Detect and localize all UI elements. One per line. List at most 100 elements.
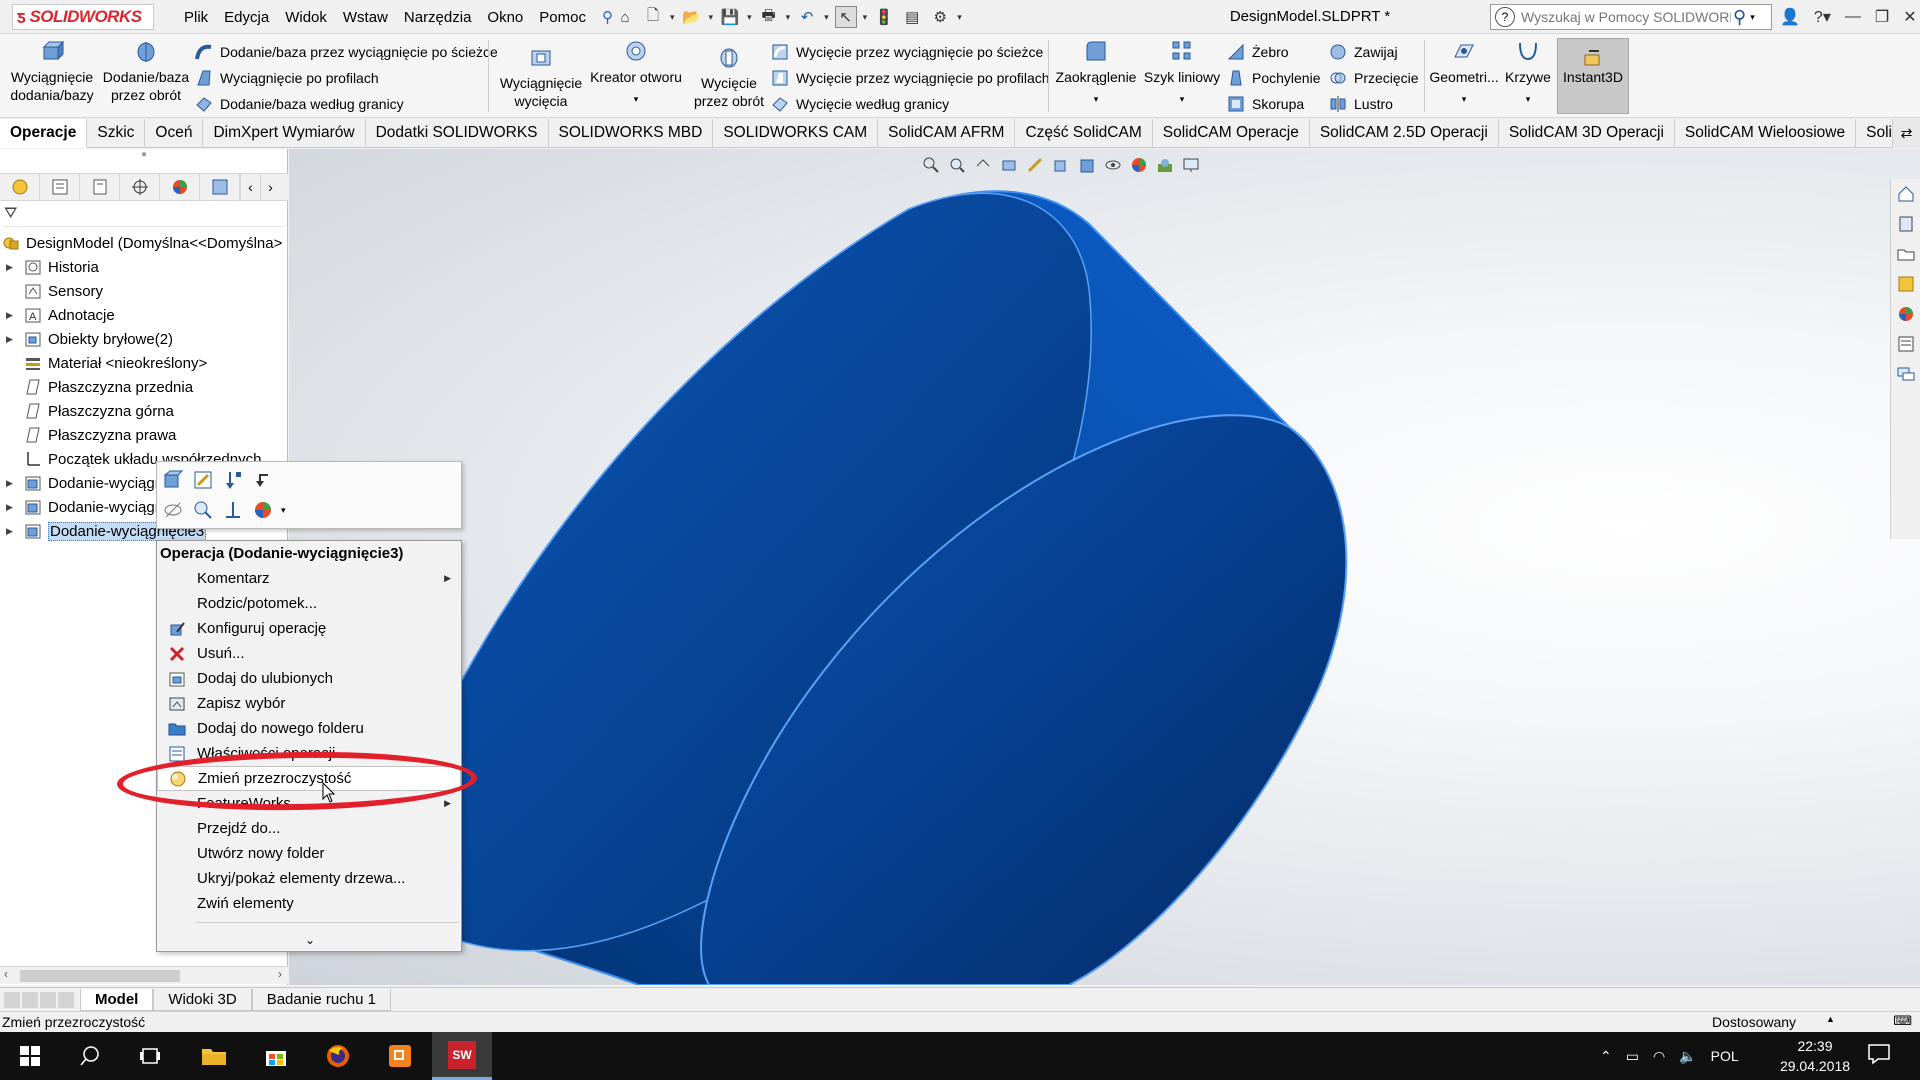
custom-properties-icon[interactable] xyxy=(1891,329,1920,359)
expand-arrow-icon[interactable]: ▶ xyxy=(6,526,18,537)
zoom-to-selection-icon[interactable] xyxy=(191,498,215,522)
hide-show-items-icon[interactable] xyxy=(1103,155,1123,175)
search-icon[interactable]: ⚲ xyxy=(1733,7,1746,28)
tree-item[interactable]: Sensory xyxy=(0,279,288,303)
apply-scene-icon[interactable] xyxy=(1155,155,1175,175)
open-dropdown-icon[interactable]: ▾ xyxy=(709,12,714,23)
pdf-app-icon[interactable] xyxy=(370,1032,430,1080)
tab-model[interactable]: Model xyxy=(80,988,154,1011)
open-icon[interactable]: 📂 xyxy=(681,6,703,28)
tree-item[interactable]: Płaszczyzna przednia xyxy=(0,375,288,399)
menu-item[interactable]: Dodaj do ulubionych xyxy=(157,666,461,691)
menu-item[interactable]: Ukryj/pokaż elementy drzewa... xyxy=(157,866,461,891)
curves-button[interactable]: Krzywe ▾ xyxy=(1500,38,1556,114)
zoom-to-fit-icon[interactable] xyxy=(921,155,941,175)
displaymanager-tab-icon[interactable] xyxy=(160,174,200,200)
tab-3d-views[interactable]: Widoki 3D xyxy=(153,988,252,1011)
menu-tools[interactable]: Narzędzia xyxy=(396,9,480,26)
zoom-to-area-icon[interactable] xyxy=(947,155,967,175)
file-explorer-icon[interactable] xyxy=(1891,239,1920,269)
tabs-right-arrow-icon[interactable]: › xyxy=(260,174,280,200)
filter-icon[interactable]: ⛛ xyxy=(4,205,17,222)
graphics-area[interactable] xyxy=(289,149,1920,985)
traffic-light-icon[interactable]: 🚦 xyxy=(873,6,895,28)
instant3d-button[interactable]: Instant3D xyxy=(1557,38,1629,114)
reference-geometry-button[interactable]: Geometri... ▾ xyxy=(1428,38,1500,114)
select-dropdown-icon[interactable]: ▾ xyxy=(863,12,868,23)
search-taskbar-icon[interactable] xyxy=(60,1032,120,1080)
store-icon[interactable] xyxy=(246,1032,306,1080)
parent-child-icon[interactable] xyxy=(251,468,275,492)
menu-item[interactable]: Utwórz nowy folder xyxy=(157,841,461,866)
linear-pattern-dropdown-icon[interactable]: ▾ xyxy=(1180,90,1185,108)
first-tab-icon[interactable] xyxy=(4,991,20,1008)
extrude-boss-button[interactable]: Wyciągnięcie dodania/bazy xyxy=(6,38,98,114)
tabs-scroll-icon[interactable]: ⇄ xyxy=(1892,119,1920,148)
tab-solidcam-part[interactable]: Część SolidCAM xyxy=(1015,119,1153,148)
print-icon[interactable]: 🖶 xyxy=(758,6,780,28)
menu-item[interactable]: Komentarz ▶ xyxy=(157,566,461,591)
revolve-boss-button[interactable]: Dodanie/baza przez obrót xyxy=(100,38,192,114)
firefox-icon[interactable] xyxy=(308,1032,368,1080)
appearance-dropdown-icon[interactable]: ▾ xyxy=(281,505,286,516)
scroll-right-arrow-icon[interactable]: › xyxy=(278,967,282,981)
solidworks-taskbar-icon[interactable]: SW xyxy=(432,1032,492,1080)
tab-evaluate[interactable]: Oceń xyxy=(145,119,204,148)
curves-dropdown-icon[interactable]: ▾ xyxy=(1526,90,1531,108)
user-icon[interactable]: 👤 xyxy=(1780,7,1800,27)
tab-dimxpert[interactable]: DimXpert Wymiarów xyxy=(203,119,366,148)
select-icon[interactable]: ↖ xyxy=(834,6,857,28)
menu-item[interactable]: Przejdź do... xyxy=(157,816,461,841)
sweep-boss-button[interactable]: Dodanie/baza przez wyciągnięcie po ścież… xyxy=(194,40,498,64)
section-view-icon[interactable] xyxy=(999,155,1019,175)
tree-item[interactable]: Płaszczyzna górna xyxy=(0,399,288,423)
mirror-button[interactable]: Lustro xyxy=(1328,92,1393,116)
tab-features[interactable]: Operacje xyxy=(0,119,88,148)
menu-help[interactable]: Pomoc xyxy=(531,9,594,26)
tree-item[interactable]: ▶ Historia xyxy=(0,255,288,279)
expand-arrow-icon[interactable]: ▶ xyxy=(6,310,18,321)
menu-item[interactable]: Rodzic/potomek... xyxy=(157,591,461,616)
action-center-icon[interactable] xyxy=(1866,1042,1896,1070)
forum-icon[interactable] xyxy=(1891,359,1920,389)
draft-button[interactable]: Pochylenie xyxy=(1226,66,1321,90)
new-document-icon[interactable]: 🗋 xyxy=(642,6,664,28)
task-view-icon[interactable] xyxy=(120,1032,180,1080)
home-icon[interactable]: ⌂ xyxy=(614,6,636,28)
tab-solidcam-operations[interactable]: SolidCAM Operacje xyxy=(1153,119,1310,148)
wifi-icon[interactable]: ◠ xyxy=(1653,1048,1665,1065)
minimize-icon[interactable]: — xyxy=(1845,8,1861,26)
edit-sketch-icon[interactable] xyxy=(191,468,215,492)
menu-item[interactable]: Zwiń elementy xyxy=(157,891,461,916)
tree-item[interactable]: Materiał <nieokreślony> xyxy=(0,351,288,375)
loft-cut-button[interactable]: Wycięcie przez wyciągnięcie po profilach xyxy=(770,66,1050,90)
previous-view-icon[interactable] xyxy=(973,155,993,175)
prev-tab-icon[interactable] xyxy=(22,991,38,1008)
intersect-button[interactable]: Przecięcie xyxy=(1328,66,1419,90)
close-icon[interactable]: ✕ xyxy=(1903,7,1916,27)
scroll-left-arrow-icon[interactable]: ‹ xyxy=(4,967,8,981)
cylinder-model[interactable] xyxy=(289,149,1920,985)
undo-dropdown-icon[interactable]: ▾ xyxy=(824,12,829,23)
menu-view[interactable]: Widok xyxy=(277,9,335,26)
tree-item[interactable]: ▶ Obiekty bryłowe(2) xyxy=(0,327,288,351)
file-explorer-taskbar-icon[interactable] xyxy=(184,1032,244,1080)
reference-geometry-dropdown-icon[interactable]: ▾ xyxy=(1462,90,1467,108)
loft-boss-button[interactable]: Wyciągnięcie po profilach xyxy=(194,66,379,90)
last-tab-icon[interactable] xyxy=(58,991,74,1008)
linear-pattern-button[interactable]: Szyk liniowy ▾ xyxy=(1140,38,1224,114)
save-icon[interactable]: 💾 xyxy=(719,6,741,28)
display-style-icon[interactable] xyxy=(1077,155,1097,175)
tab-sketch[interactable]: Szkic xyxy=(87,119,146,148)
search-input[interactable] xyxy=(1521,9,1731,25)
taskbar-clock[interactable]: 22:39 29.04.2018 xyxy=(1770,1036,1860,1076)
options-dropdown-icon[interactable]: ▾ xyxy=(957,12,962,23)
expand-arrow-icon[interactable]: ▶ xyxy=(6,334,18,345)
tree-item[interactable]: Płaszczyzna prawa xyxy=(0,423,288,447)
undo-icon[interactable]: ↶ xyxy=(796,6,818,28)
sweep-cut-button[interactable]: Wycięcie przez wyciągnięcie po ścieżce xyxy=(770,40,1043,64)
tab-solidcam-multiaxis[interactable]: SolidCAM Wieloosiowe xyxy=(1675,119,1857,148)
normal-to-icon[interactable] xyxy=(221,498,245,522)
battery-icon[interactable]: ▭ xyxy=(1626,1048,1639,1065)
tree-filter[interactable]: ⛛ xyxy=(4,205,284,227)
